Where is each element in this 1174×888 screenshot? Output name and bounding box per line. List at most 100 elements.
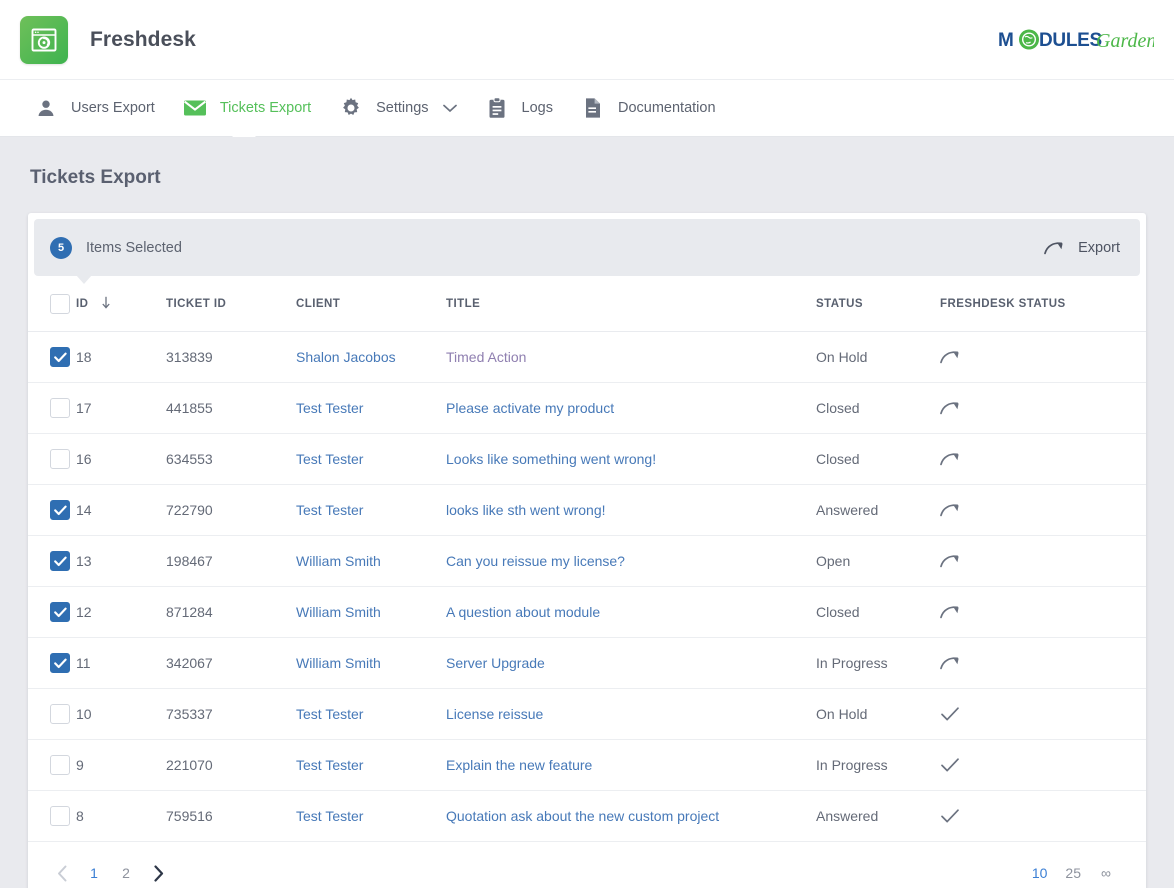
pagination-page-sizes: 10 25 ∞ (1023, 857, 1122, 888)
client-link[interactable]: Test Tester (296, 502, 363, 518)
cell-title: Looks like something went wrong! (446, 434, 816, 485)
client-link[interactable]: William Smith (296, 604, 381, 620)
nav-item-documentation[interactable]: Documentation (567, 80, 730, 137)
pagination-page-1[interactable]: 1 (78, 857, 110, 888)
column-header-client[interactable]: CLIENT (296, 276, 446, 332)
export-button-label: Export (1078, 240, 1120, 256)
table-row[interactable]: 9221070Test TesterExplain the new featur… (28, 740, 1146, 791)
cell-id: 11 (76, 638, 166, 689)
client-link[interactable]: Shalon Jacobos (296, 349, 396, 365)
client-link[interactable]: William Smith (296, 655, 381, 671)
export-arrow-icon[interactable] (940, 401, 1146, 415)
row-checkbox[interactable] (50, 755, 70, 775)
ticket-title-link[interactable]: Server Upgrade (446, 655, 545, 671)
chevron-down-icon[interactable] (443, 104, 457, 113)
column-header-status[interactable]: STATUS (816, 276, 940, 332)
table-head: ID TICKET ID CLIENT TITLE STATUS FRESHDE… (28, 276, 1146, 332)
cell-title: Quotation ask about the new custom proje… (446, 791, 816, 842)
export-arrow-icon[interactable] (940, 605, 1146, 619)
tickets-table: ID TICKET ID CLIENT TITLE STATUS FRESHDE… (28, 276, 1146, 842)
cell-ticket-id: 221070 (166, 740, 296, 791)
row-checkbox[interactable] (50, 551, 70, 571)
nav-item-settings[interactable]: Settings (325, 80, 470, 137)
nav-item-users-export[interactable]: Users Export (20, 80, 169, 137)
row-select-cell (28, 434, 76, 485)
row-checkbox[interactable] (50, 806, 70, 826)
ticket-title-link[interactable]: A question about module (446, 604, 600, 620)
table-row[interactable]: 14722790Test Testerlooks like sth went w… (28, 485, 1146, 536)
cell-freshdesk-status (940, 332, 1146, 383)
table-row[interactable]: 11342067William Smith Server Upgrade In Pr… (28, 638, 1146, 689)
row-checkbox[interactable] (50, 398, 70, 418)
check-icon[interactable] (940, 757, 1146, 773)
cell-client: Shalon Jacobos (296, 332, 446, 383)
ticket-title-link[interactable]: looks like sth went wrong! (446, 502, 606, 518)
ticket-title-link[interactable]: Explain the new feature (446, 757, 592, 773)
nav-label-logs: Logs (522, 100, 553, 116)
row-checkbox[interactable] (50, 653, 70, 673)
pagination-page-2[interactable]: 2 (110, 857, 142, 888)
client-link[interactable]: Test Tester (296, 451, 363, 467)
table-row[interactable]: 16634553Test TesterLooks like something … (28, 434, 1146, 485)
svg-text:DULES: DULES (1039, 30, 1102, 51)
ticket-title-link[interactable]: Can you reissue my license? (446, 553, 625, 569)
pagination-prev-button[interactable] (46, 857, 78, 888)
cell-status: Closed (816, 434, 940, 485)
row-checkbox[interactable] (50, 500, 70, 520)
select-all-checkbox[interactable] (50, 294, 70, 314)
cell-freshdesk-status (940, 740, 1146, 791)
table-row[interactable]: 10735337Test TesterLicense reissueOn Hol… (28, 689, 1146, 740)
export-button[interactable]: Export (1042, 236, 1122, 260)
sort-down-icon[interactable] (101, 296, 111, 312)
page-size-10[interactable]: 10 (1023, 857, 1057, 888)
cell-freshdesk-status (940, 485, 1146, 536)
row-checkbox[interactable] (50, 347, 70, 367)
cell-status: In Progress (816, 638, 940, 689)
check-icon[interactable] (940, 808, 1146, 824)
page-size-25[interactable]: 25 (1056, 857, 1090, 888)
client-link[interactable]: Test Tester (296, 757, 363, 773)
export-arrow-icon[interactable] (940, 656, 1146, 670)
cell-status: Open (816, 536, 940, 587)
row-checkbox[interactable] (50, 704, 70, 724)
top-bar: Freshdesk M DULES Garden (0, 0, 1174, 80)
ticket-title-link[interactable]: Looks like something went wrong! (446, 451, 656, 467)
pagination-next-button[interactable] (142, 857, 174, 888)
svg-text:M: M (998, 30, 1014, 51)
export-arrow-icon[interactable] (940, 554, 1146, 568)
row-checkbox[interactable] (50, 449, 70, 469)
table-row[interactable]: 17441855Test TesterPlease activate my pr… (28, 383, 1146, 434)
column-header-id[interactable]: ID (76, 276, 166, 332)
client-link[interactable]: Test Tester (296, 808, 363, 824)
page-size-all[interactable]: ∞ (1090, 857, 1122, 888)
export-arrow-icon[interactable] (940, 503, 1146, 517)
cell-ticket-id: 198467 (166, 536, 296, 587)
envelope-icon (183, 96, 207, 120)
cell-id: 13 (76, 536, 166, 587)
cell-freshdesk-status (940, 536, 1146, 587)
cell-ticket-id: 342067 (166, 638, 296, 689)
nav-label-documentation: Documentation (618, 100, 716, 116)
check-icon[interactable] (940, 706, 1146, 722)
export-arrow-icon[interactable] (940, 350, 1146, 364)
column-header-title[interactable]: TITLE (446, 276, 816, 332)
table-row[interactable]: 18313839Shalon JacobosTimed ActionOn Hol… (28, 332, 1146, 383)
cell-title: Timed Action (446, 332, 816, 383)
ticket-title-link[interactable]: License reissue (446, 706, 543, 722)
cell-title: Explain the new feature (446, 740, 816, 791)
column-header-freshdesk-status[interactable]: FRESHDESK STATUS (940, 276, 1146, 332)
client-link[interactable]: Test Tester (296, 400, 363, 416)
ticket-title-link[interactable]: Please activate my product (446, 400, 614, 416)
table-row[interactable]: 12871284William SmithA question about mo… (28, 587, 1146, 638)
ticket-title-link[interactable]: Timed Action (446, 349, 526, 365)
client-link[interactable]: Test Tester (296, 706, 363, 722)
nav-item-logs[interactable]: Logs (471, 80, 567, 137)
row-checkbox[interactable] (50, 602, 70, 622)
table-row[interactable]: 8759516Test TesterQuotation ask about th… (28, 791, 1146, 842)
client-link[interactable]: William Smith (296, 553, 381, 569)
column-header-ticket-id[interactable]: TICKET ID (166, 276, 296, 332)
table-row[interactable]: 13198467William Smith Can you reissue my … (28, 536, 1146, 587)
export-arrow-icon[interactable] (940, 452, 1146, 466)
ticket-title-link[interactable]: Quotation ask about the new custom proje… (446, 808, 719, 824)
app-root: Freshdesk M DULES Garden Users Export (0, 0, 1174, 888)
